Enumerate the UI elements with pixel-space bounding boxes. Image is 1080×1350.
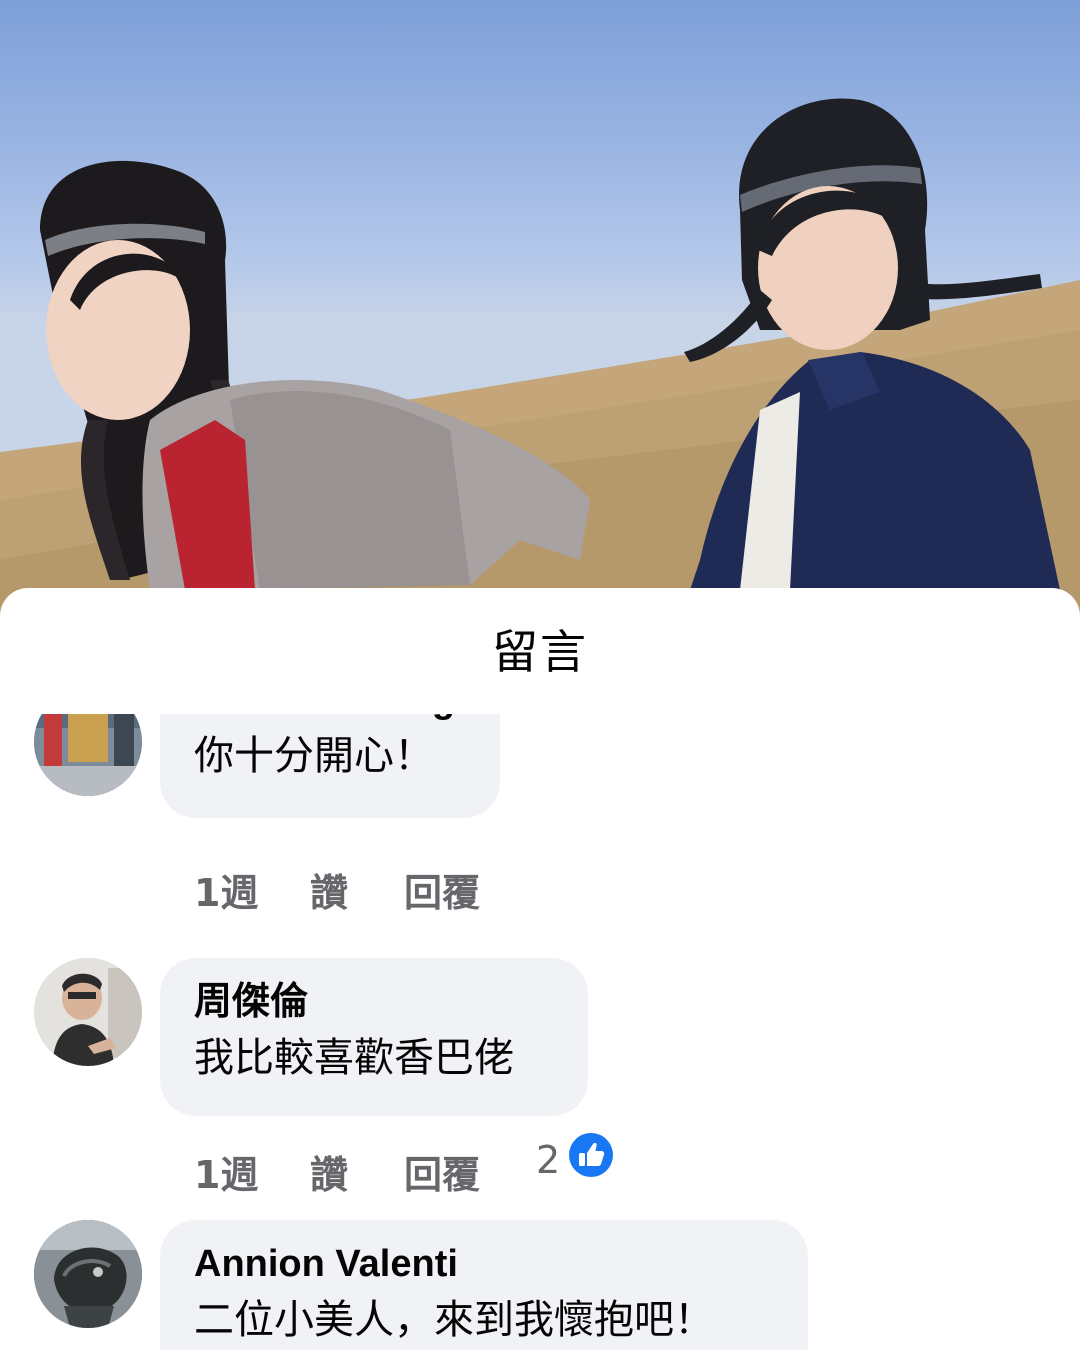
comment-list[interactable]: Silk Lan Wong 你十分開心！ 1週 讚 回覆	[0, 714, 1080, 1350]
comment-time[interactable]: 1週	[194, 862, 258, 917]
comment-bubble[interactable]: 周傑倫 我比較喜歡香巴佬	[160, 958, 588, 1116]
like-button[interactable]: 讚	[310, 1144, 348, 1199]
comment-text: 你十分開心！	[194, 733, 434, 779]
avatar[interactable]	[34, 1220, 142, 1328]
sheet-title: 留言	[492, 625, 588, 679]
avatar-image	[34, 714, 142, 796]
comment-author[interactable]: Silk Lan Wong	[194, 714, 466, 726]
comment-text: 我比較喜歡香巴佬	[194, 1035, 514, 1081]
comment-author[interactable]: Annion Valenti	[194, 1238, 774, 1290]
like-button[interactable]: 讚	[310, 862, 348, 917]
reaction-count: 2	[536, 1138, 561, 1182]
comment-time[interactable]: 1週	[194, 1144, 258, 1199]
reply-button[interactable]: 回覆	[404, 1144, 480, 1199]
comment-bubble[interactable]: Silk Lan Wong 你十分開心！	[160, 714, 500, 818]
comment-text: 二位小美人，來到我懷抱吧！	[194, 1297, 714, 1343]
comments-sheet: 留言 Silk Lan Wong 你十分開心！ 1週 讚	[0, 588, 1080, 1350]
video-frame[interactable]	[0, 0, 1080, 620]
avatar-image	[34, 958, 142, 1066]
comment-bubble[interactable]: Annion Valenti 二位小美人，來到我懷抱吧！	[160, 1220, 808, 1350]
avatar[interactable]	[34, 714, 142, 796]
avatar-image	[34, 1220, 142, 1328]
reply-button[interactable]: 回覆	[404, 862, 480, 917]
comment-author[interactable]: 周傑倫	[194, 976, 554, 1028]
video-frame-illustration	[0, 98, 1080, 620]
avatar[interactable]	[34, 958, 142, 1066]
thumbs-up-icon	[569, 1133, 613, 1177]
